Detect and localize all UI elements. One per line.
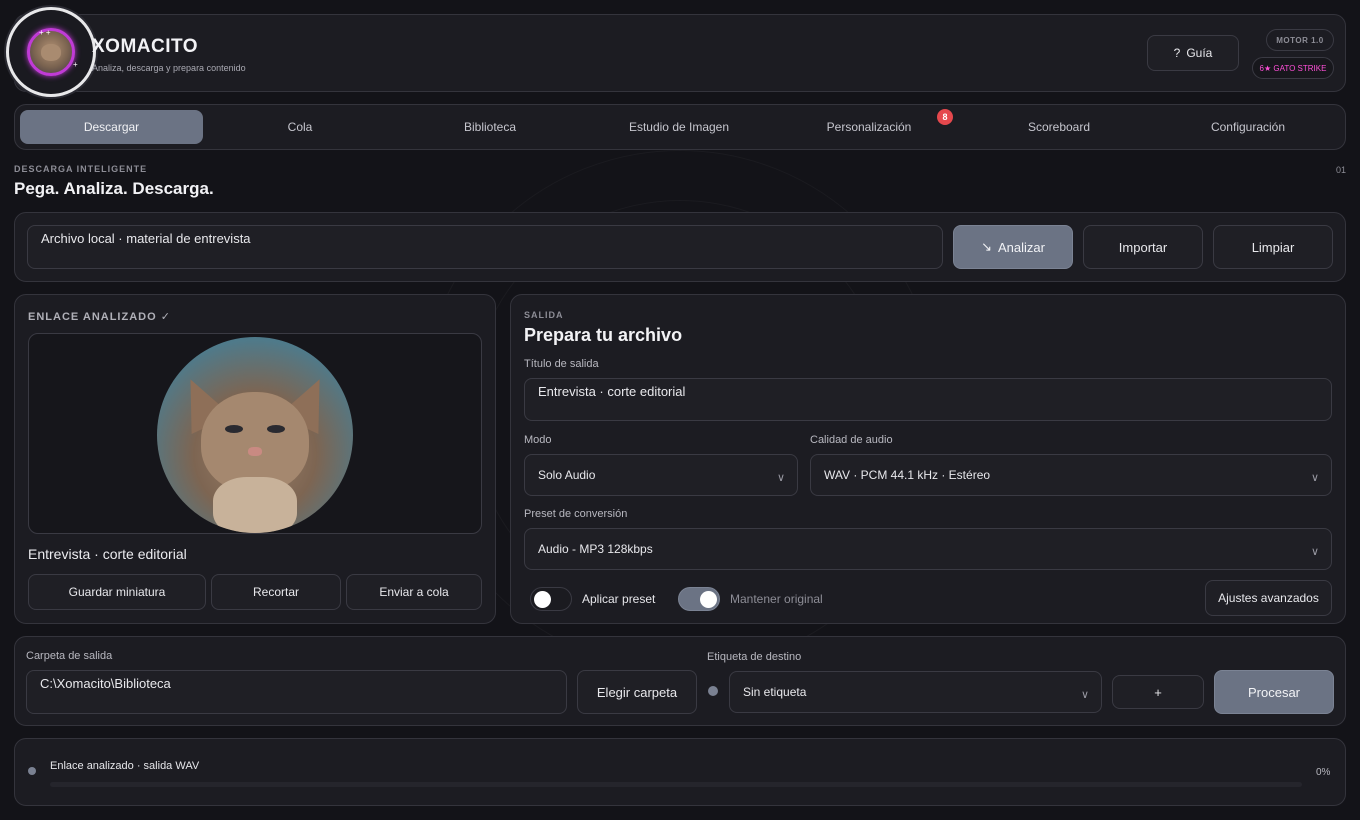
preset-value: Audio - MP3 128kbps [538,542,653,556]
tag-color-dot [708,686,718,696]
cat-nose-icon [248,447,262,456]
tab-configuracion[interactable]: Configuración [1158,110,1338,144]
keep-original-toggle[interactable] [678,587,720,611]
send-to-queue-button[interactable]: Enviar a cola [346,574,482,610]
engine-badge: MOTOR 1.0 [1266,29,1334,51]
progress-track [50,782,1302,787]
keep-original-label: Mantener original [730,592,823,606]
cat-eye-icon [225,425,243,433]
process-button[interactable]: Procesar [1214,670,1334,714]
status-panel [14,738,1346,806]
app-subtitle: Analiza, descarga y prepara contenido [92,63,246,73]
section-title: Pega. Analiza. Descarga. [14,179,214,198]
mode-label: Modo [524,434,552,446]
app-title: XOMACITO [92,36,199,57]
audio-quality-value: WAV · PCM 44.1 kHz · Estéreo [824,468,991,482]
cat-face-icon [41,44,61,61]
toggle-knob [534,591,551,608]
clear-button[interactable]: Limpiar [1213,225,1333,269]
tab-personalizacion[interactable]: Personalización [779,110,959,144]
analyze-button[interactable]: ↘ Analizar [953,225,1073,269]
output-eyebrow: SALIDA [524,310,564,320]
progress-percent: 0% [1316,767,1331,778]
status-dot [28,767,36,775]
cat-eye-icon [267,425,285,433]
strike-badge: 6★ GATO STRIKE [1252,57,1334,79]
chevron-down-icon: ∨ [776,472,785,484]
apply-preset-toggle[interactable] [530,587,572,611]
analyze-label: Analizar [997,239,1045,255]
toggle-knob [700,591,717,608]
output-title-label: Título de salida [524,358,599,370]
chevron-down-icon: ∨ [1080,689,1089,701]
help-icon: ? [1173,46,1181,60]
save-thumbnail-button[interactable]: Guardar miniatura [28,574,206,610]
destination-tag-label: Etiqueta de destino [707,651,802,663]
guide-label: Guía [1186,46,1213,60]
section-eyebrow: DESCARGA INTELIGENTE [14,164,148,174]
output-folder-input[interactable]: C:\Xomacito\Biblioteca [26,670,567,714]
guide-button[interactable]: ? Guía [1147,35,1239,71]
status-text: Enlace analizado · salida WAV [50,760,200,772]
crop-button[interactable]: Recortar [211,574,341,610]
preset-label: Preset de conversión [524,508,628,520]
audio-quality-label: Calidad de audio [810,434,893,446]
analyzed-heading: ENLACE ANALIZADO ✓ [28,311,171,323]
avatar-ring [27,28,75,76]
advanced-settings-button[interactable]: Ajustes avanzados [1205,580,1332,616]
preset-select[interactable]: Audio - MP3 128kbps ∨ [524,528,1332,570]
notification-badge: 8 [937,109,953,125]
app-logo-avatar[interactable]: + + + [6,7,96,97]
tab-biblioteca[interactable]: Biblioteca [400,110,580,144]
tab-cola[interactable]: Cola [210,110,390,144]
cat-chest-shape [213,477,297,533]
mode-value: Solo Audio [538,468,596,482]
add-tag-button[interactable]: + [1112,675,1204,709]
destination-tag-select[interactable]: Sin etiqueta ∨ [729,671,1102,713]
thumbnail-image[interactable] [157,337,353,533]
audio-quality-select[interactable]: WAV · PCM 44.1 kHz · Estéreo ∨ [810,454,1332,496]
sparkle-icon: + + [39,28,51,37]
media-title: Entrevista · corte editorial [28,546,187,562]
chevron-down-icon: ∨ [1310,546,1319,558]
apply-preset-label: Aplicar preset [582,592,656,606]
chevron-down-icon: ∨ [1310,472,1319,484]
tab-estudio-de-imagen[interactable]: Estudio de Imagen [589,110,769,144]
output-title: Prepara tu archivo [524,325,683,345]
mode-select[interactable]: Solo Audio ∨ [524,454,798,496]
tab-scoreboard[interactable]: Scoreboard [969,110,1149,144]
arrow-down-right-icon: ↘ [981,239,992,254]
tab-descargar[interactable]: Descargar [20,110,203,144]
import-button[interactable]: Importar [1083,225,1203,269]
output-folder-label: Carpeta de salida [26,650,113,662]
output-title-input[interactable]: Entrevista · corte editorial [524,378,1332,421]
destination-tag-value: Sin etiqueta [743,685,807,699]
source-input[interactable]: Archivo local · material de entrevista [27,225,943,269]
sparkle-icon: + [73,60,78,69]
step-number: 01 [1336,165,1347,175]
choose-folder-button[interactable]: Elegir carpeta [577,670,697,714]
